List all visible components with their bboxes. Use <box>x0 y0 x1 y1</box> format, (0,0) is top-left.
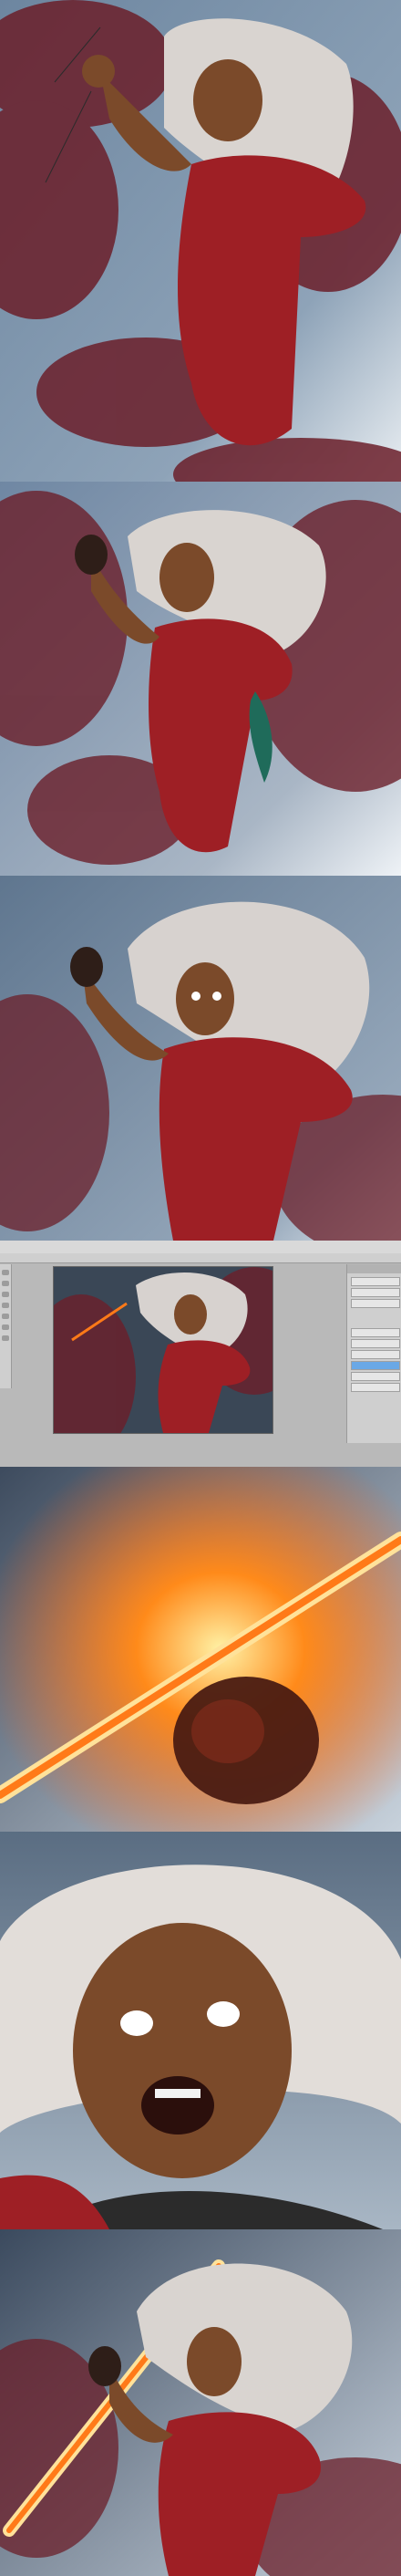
layers-panel-row[interactable] <box>351 1339 400 1348</box>
flat-color-stage-panel <box>0 482 401 876</box>
brush-presets-panel-row[interactable] <box>351 1288 400 1297</box>
move-tool-icon[interactable] <box>2 1270 9 1275</box>
face-detail-illustration <box>0 1832 401 2229</box>
sketch-stage-panel <box>0 0 401 482</box>
shading-illustration <box>0 876 401 1241</box>
marquee-tool-icon[interactable] <box>2 1281 9 1286</box>
layers-panel-row-selected[interactable] <box>351 1361 400 1370</box>
right-panels-dock[interactable] <box>346 1264 401 1443</box>
lasso-tool-icon[interactable] <box>2 1292 9 1297</box>
document-canvas[interactable] <box>53 1266 273 1434</box>
final-illustration <box>0 2229 401 2576</box>
menu-bar[interactable] <box>0 1241 401 1254</box>
photoshop-workspace-panel <box>0 1241 401 1467</box>
layers-panel-row[interactable] <box>351 1350 400 1359</box>
brush-presets-panel[interactable] <box>351 1277 400 1286</box>
face-detail-stage-panel <box>0 1832 401 2229</box>
layers-panel-row[interactable] <box>351 1372 400 1381</box>
panel-tab-strip[interactable] <box>347 1264 401 1273</box>
zoom-tool-icon[interactable] <box>2 1335 9 1341</box>
final-illustration-panel <box>0 2229 401 2576</box>
artwork-progress-page <box>0 0 401 2576</box>
sketch-illustration <box>0 0 401 482</box>
tools-panel[interactable] <box>0 1264 12 1388</box>
layers-panel-row[interactable] <box>351 1328 400 1337</box>
layers-panel-row[interactable] <box>351 1383 400 1392</box>
shading-stage-panel <box>0 876 401 1241</box>
eraser-tool-icon[interactable] <box>2 1314 9 1319</box>
options-bar[interactable] <box>0 1253 401 1263</box>
canvas-artwork <box>54 1267 272 1433</box>
brush-tool-icon[interactable] <box>2 1303 9 1308</box>
fire-effect-illustration <box>0 1467 401 1832</box>
brush-presets-panel-row[interactable] <box>351 1299 400 1308</box>
fire-effect-stage-panel <box>0 1467 401 1832</box>
flat-color-illustration <box>0 482 401 876</box>
eyedropper-tool-icon[interactable] <box>2 1324 9 1330</box>
